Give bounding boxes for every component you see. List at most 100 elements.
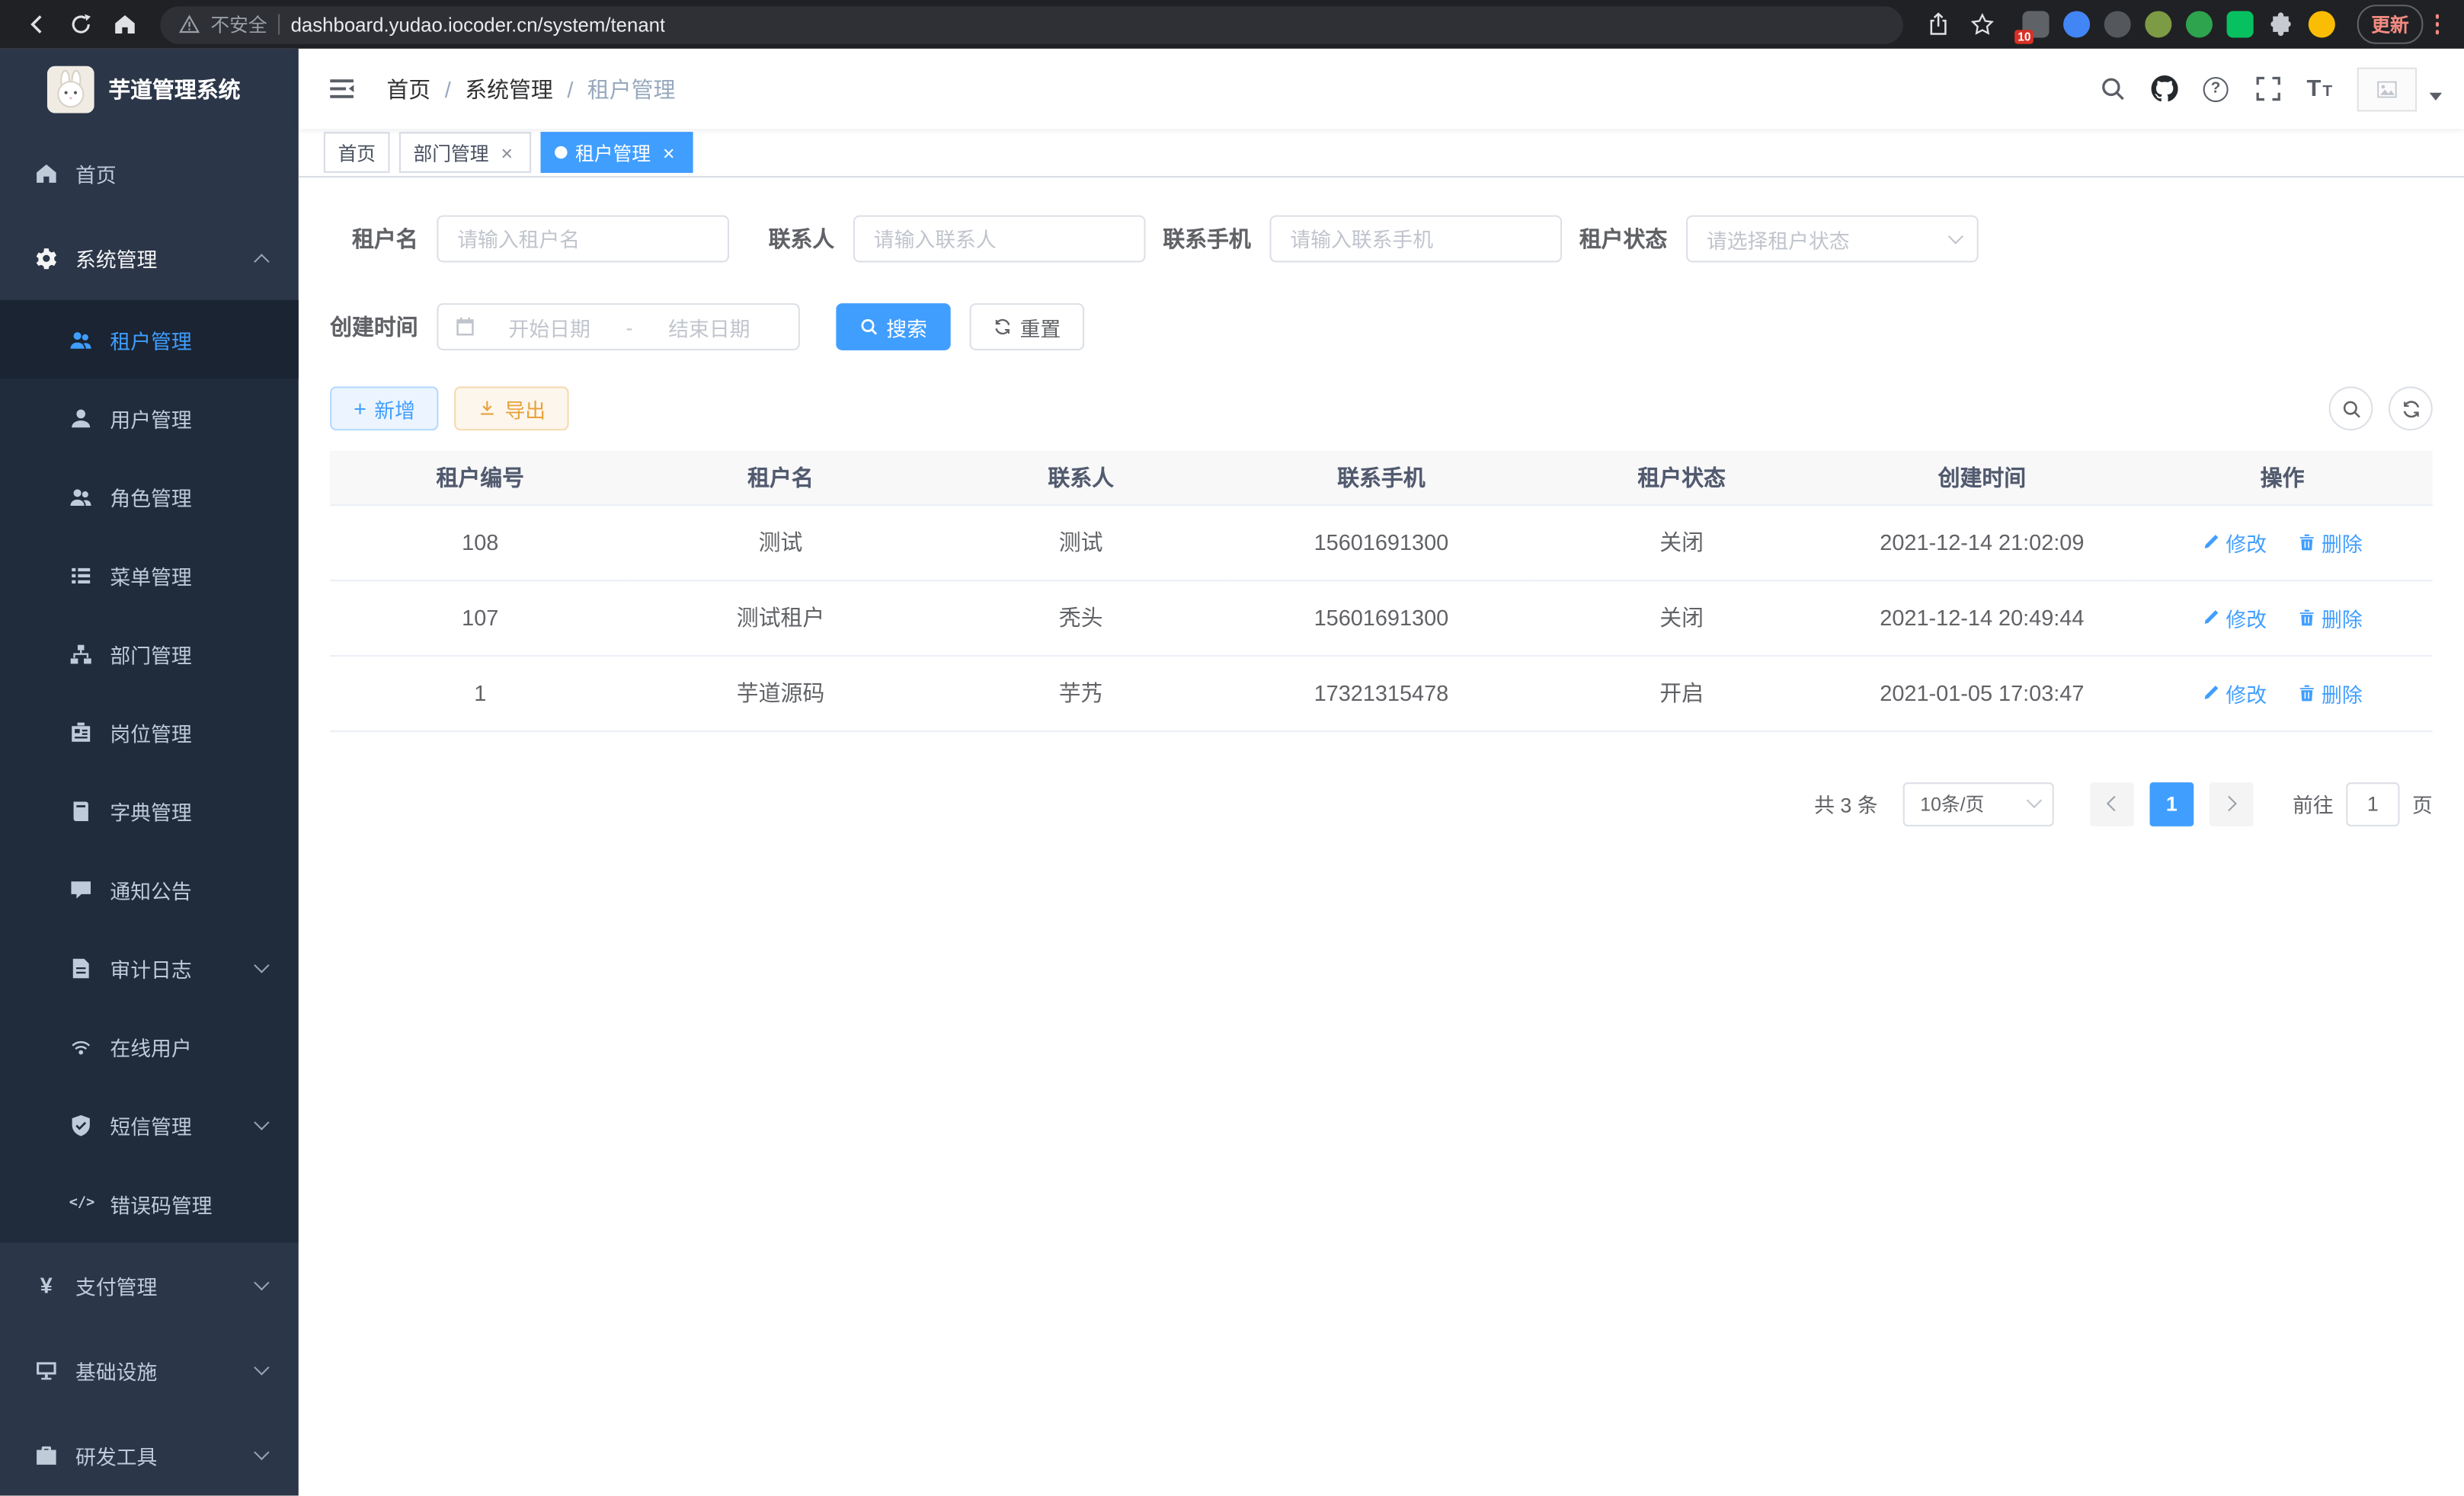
extension-globe-icon[interactable] [2104, 11, 2131, 37]
next-page-button[interactable] [2210, 782, 2254, 826]
tab-dept[interactable]: 部门管理 × [399, 132, 531, 173]
extension-adblock-icon[interactable]: 10 [2022, 11, 2049, 37]
status-select[interactable]: 请选择租户状态 [1686, 216, 1979, 263]
reload-button[interactable] [59, 4, 101, 45]
role-users-icon [69, 484, 93, 508]
font-size-button[interactable]: TT [2296, 66, 2343, 113]
filter-tenant-name: 租户名 [330, 216, 729, 263]
filter-label: 租户状态 [1579, 223, 1668, 254]
url-text: dashboard.yudao.iocoder.cn/system/tenant [291, 14, 666, 36]
extension-olive-icon[interactable] [2145, 11, 2171, 37]
back-button[interactable] [16, 4, 57, 45]
github-button[interactable] [2140, 66, 2187, 113]
delete-link[interactable]: 删除 [2298, 603, 2363, 632]
chevron-left-icon [2107, 796, 2122, 811]
sidebar-item-audit-log[interactable]: 审计日志 [0, 929, 299, 1007]
navbar-actions: ? TT [2088, 66, 2442, 113]
sidebar-item-dict[interactable]: 字典管理 [0, 772, 299, 850]
document-log-icon [69, 956, 93, 980]
cell-name: 芋道源码 [630, 655, 930, 730]
sidebar-item-post[interactable]: 岗位管理 [0, 693, 299, 772]
extension-green-icon[interactable] [2186, 11, 2213, 37]
share-icon [1928, 13, 1951, 37]
col-header-actions: 操作 [2132, 451, 2432, 504]
goto-page: 前往 页 [2293, 782, 2433, 826]
sidebar-item-sms[interactable]: 短信管理 [0, 1085, 299, 1164]
extension-chat-icon[interactable] [2227, 11, 2254, 37]
edit-link[interactable]: 修改 [2202, 678, 2267, 708]
cell-id: 108 [330, 504, 630, 580]
sidebar-item-dev-tool[interactable]: 研发工具 [0, 1412, 299, 1495]
extension-blue-icon[interactable] [2063, 11, 2090, 37]
goto-page-input[interactable] [2346, 782, 2399, 826]
trash-icon [2298, 532, 2317, 551]
phone-input[interactable] [1270, 216, 1563, 263]
browser-profile-avatar[interactable] [2309, 11, 2335, 37]
search-icon [859, 318, 878, 337]
refresh-table-button[interactable] [2389, 386, 2433, 430]
avatar-caret-icon[interactable] [2430, 93, 2443, 101]
sidebar-item-infra[interactable]: 基础设施 [0, 1328, 299, 1412]
sidebar-item-home[interactable]: 首页 [0, 130, 299, 215]
cell-status: 关闭 [1531, 580, 1832, 655]
sidebar-logo[interactable]: 芋道管理系统 [0, 49, 299, 130]
search-icon [2341, 398, 2361, 419]
contact-input[interactable] [853, 216, 1146, 263]
user-avatar[interactable] [2357, 67, 2417, 111]
close-icon[interactable]: × [497, 142, 517, 163]
sidebar-item-dept[interactable]: 部门管理 [0, 614, 299, 692]
sidebar-item-user[interactable]: 用户管理 [0, 379, 299, 457]
fullscreen-button[interactable] [2244, 66, 2291, 113]
cell-status: 开启 [1531, 655, 1832, 730]
search-button[interactable]: 搜索 [836, 303, 951, 350]
breadcrumb-separator: / [567, 76, 573, 101]
sidebar-item-error-code[interactable]: </> 错误码管理 [0, 1164, 299, 1242]
export-button[interactable]: 导出 [454, 386, 569, 430]
close-icon[interactable]: × [658, 142, 679, 163]
sidebar-item-pay[interactable]: ¥ 支付管理 [0, 1242, 299, 1327]
edit-link[interactable]: 修改 [2202, 527, 2267, 557]
sidebar-toggle-button[interactable] [321, 69, 362, 110]
breadcrumb-home[interactable]: 首页 [386, 73, 430, 104]
cell-created: 2021-01-05 17:03:47 [1832, 655, 2132, 730]
sidebar-item-menu[interactable]: 菜单管理 [0, 535, 299, 614]
add-button[interactable]: + 新增 [330, 386, 439, 430]
update-button[interactable]: 更新 [2357, 5, 2424, 44]
sidebar-item-tenant[interactable]: 租户管理 [0, 300, 299, 379]
browser-menu-button[interactable] [2427, 10, 2449, 38]
breadcrumb-system[interactable]: 系统管理 [465, 73, 553, 104]
filter-label: 联系人 [747, 223, 835, 254]
prev-page-button[interactable] [2090, 782, 2134, 826]
delete-link[interactable]: 删除 [2298, 678, 2363, 708]
edit-link[interactable]: 修改 [2202, 603, 2267, 632]
help-button[interactable]: ? [2192, 66, 2239, 113]
home-icon [112, 13, 136, 37]
toggle-search-button[interactable] [2329, 386, 2373, 430]
extensions-puzzle-icon[interactable] [2267, 11, 2294, 37]
tenant-name-input[interactable] [437, 216, 729, 263]
reset-button[interactable]: 重置 [970, 303, 1085, 350]
delete-link[interactable]: 删除 [2298, 527, 2363, 557]
address-bar[interactable]: 不安全 dashboard.yudao.iocoder.cn/system/te… [160, 5, 1902, 43]
breadcrumb-current: 租户管理 [587, 73, 676, 104]
sidebar-item-notice[interactable]: 通知公告 [0, 850, 299, 929]
share-button[interactable] [1918, 4, 1960, 45]
active-dot-icon [555, 146, 568, 159]
chevron-down-icon [2027, 793, 2042, 808]
sidebar-item-role[interactable]: 角色管理 [0, 457, 299, 535]
table-row: 1 芋道源码 芋艿 17321315478 开启 2021-01-05 17:0… [330, 655, 2433, 730]
sidebar-item-system[interactable]: 系统管理 [0, 216, 299, 300]
page-1-button[interactable]: 1 [2149, 782, 2194, 826]
tab-home[interactable]: 首页 [324, 132, 390, 173]
page-size-select[interactable]: 10条/页 [1903, 782, 2054, 826]
filter-row-1: 租户名 联系人 联系手机 租户状态 请选择租户状态 [330, 216, 2433, 263]
header-search-button[interactable] [2088, 66, 2136, 113]
bookmark-button[interactable] [1963, 4, 2004, 45]
home-button[interactable] [104, 4, 145, 45]
chevron-down-icon [254, 1274, 269, 1290]
sidebar: 芋道管理系统 首页 系统管理 租户管理 用户管理 [0, 49, 299, 1496]
date-range-picker[interactable]: 开始日期 - 结束日期 [437, 303, 799, 350]
sidebar-item-online-user[interactable]: 在线用户 [0, 1007, 299, 1085]
tab-tenant[interactable]: 租户管理 × [541, 132, 693, 173]
sidebar-submenu-system: 租户管理 用户管理 角色管理 菜单管理 部门管理 [0, 300, 299, 1243]
